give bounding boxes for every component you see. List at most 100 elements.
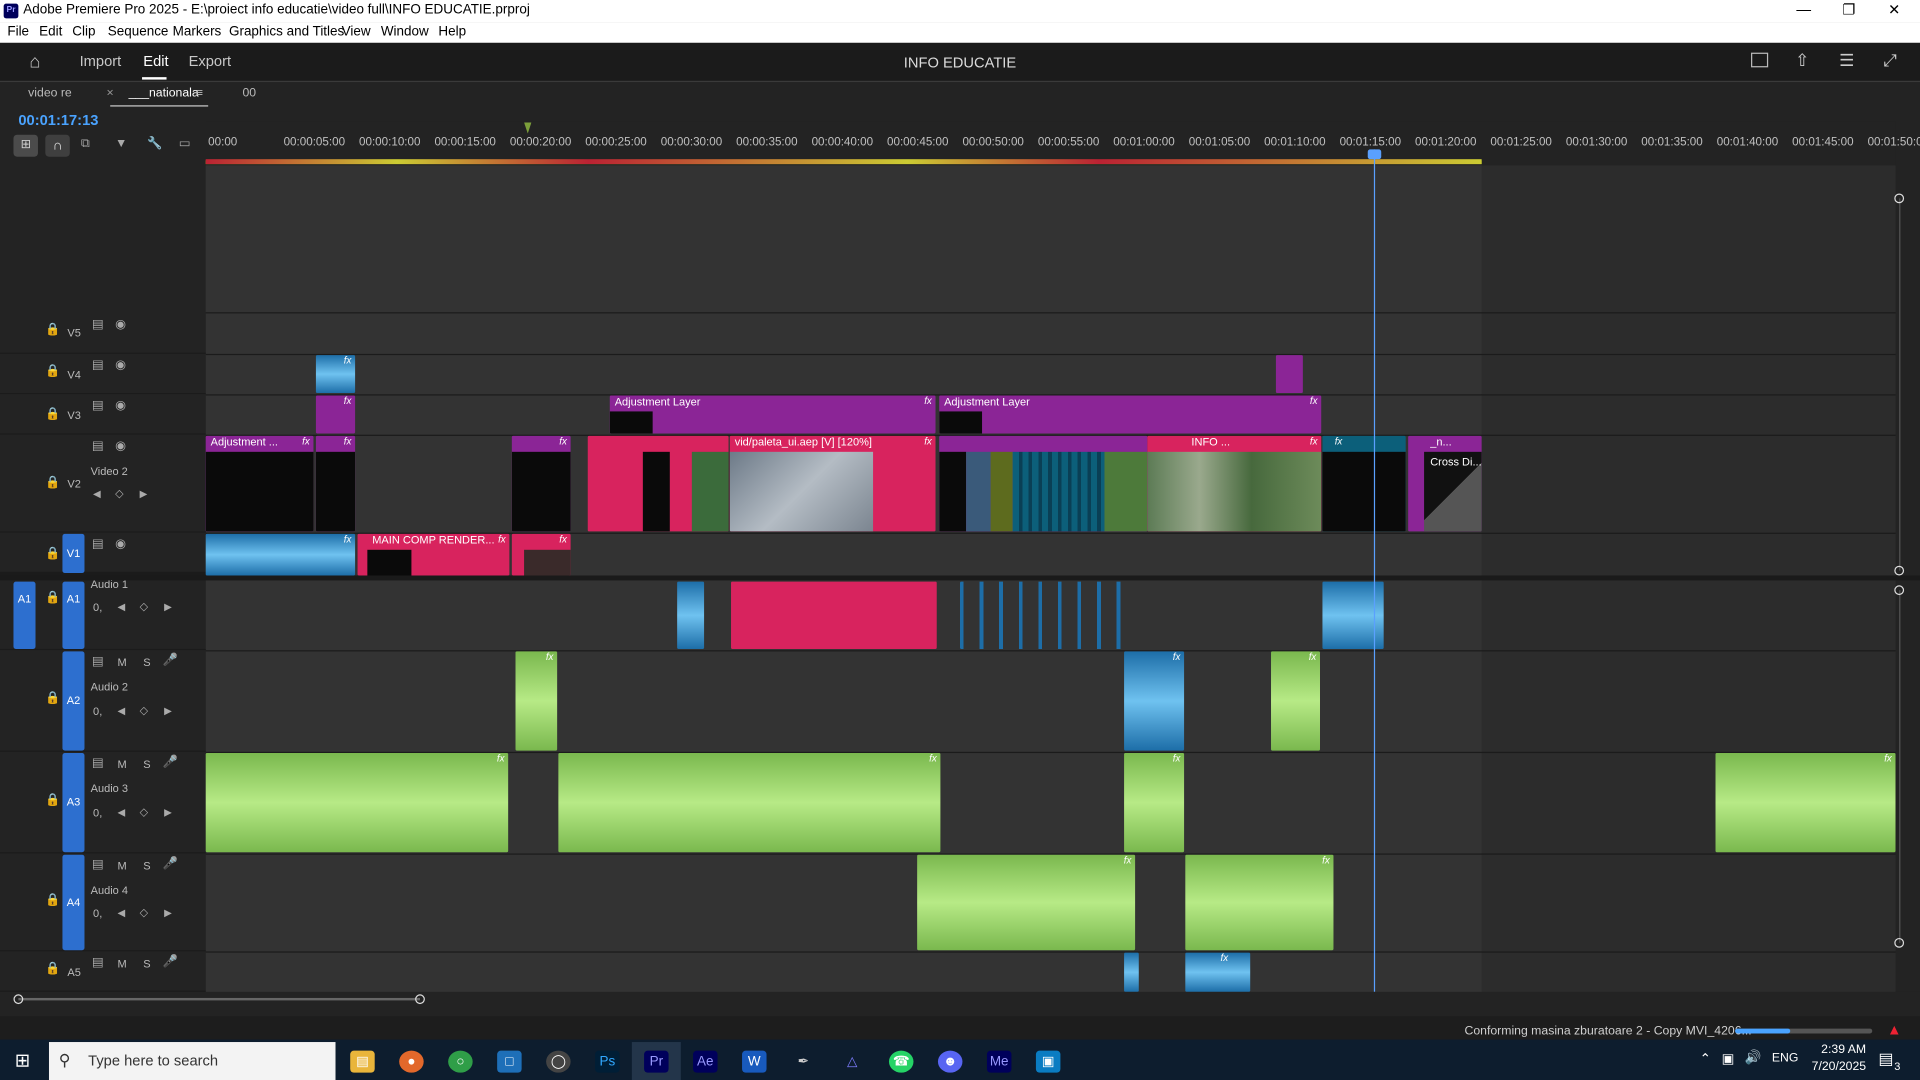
track-target-a4[interactable]: A4 (62, 854, 85, 951)
after-effects-icon[interactable]: Ae (693, 1050, 718, 1073)
word-icon[interactable]: W (742, 1050, 767, 1073)
lock-icon[interactable]: 🔒 (45, 323, 60, 336)
sync-lock-icon[interactable]: ▤ (92, 399, 104, 412)
microphone-icon[interactable]: 🎤 (163, 756, 178, 769)
clip-v1-main-comp[interactable]: MAIN COMP RENDER... fx (357, 533, 510, 576)
unity-icon[interactable]: ◯ (546, 1050, 571, 1073)
wrench-icon[interactable]: 🔧 (147, 137, 162, 150)
playhead-timecode[interactable]: 00:01:17:13 (18, 111, 98, 128)
prev-keyframe-icon[interactable]: ◀ (118, 907, 126, 918)
zoom-knob-right[interactable] (415, 994, 425, 1005)
next-keyframe-icon[interactable]: ▶ (164, 601, 172, 612)
clip-a2-2[interactable]: fx (1124, 651, 1185, 751)
taskbar-search[interactable]: ⚲ Type here to search (48, 1042, 336, 1080)
next-keyframe-icon[interactable]: ▶ (164, 807, 172, 818)
playhead-line[interactable] (1373, 149, 1376, 992)
eye-icon[interactable]: ◉ (115, 318, 126, 331)
tab-00[interactable]: 00 (242, 87, 256, 100)
affinity-icon[interactable]: △ (840, 1051, 864, 1073)
sync-lock-icon[interactable]: ▤ (92, 757, 104, 770)
track-name-a4[interactable]: Audio 4 (91, 884, 128, 896)
lock-icon[interactable]: 🔒 (45, 591, 60, 604)
tab-menu-icon[interactable]: ≡ (196, 87, 203, 100)
clip-a5-1[interactable] (1124, 952, 1139, 992)
eye-icon[interactable]: ◉ (115, 538, 126, 551)
clip-v2-info[interactable]: INFO ... fx (1147, 435, 1322, 532)
clip-v1-3[interactable]: fx (511, 533, 571, 576)
solo-button[interactable]: S (143, 860, 150, 872)
clip-a4-2[interactable]: fx (1185, 854, 1334, 951)
close-icon[interactable]: ✕ (1872, 0, 1916, 22)
solo-button[interactable]: S (143, 758, 150, 770)
menu-graphics-and-titles[interactable]: Graphics and Titles (229, 24, 344, 39)
clip-a3-3[interactable]: fx (1124, 753, 1185, 853)
premiere-icon[interactable]: Pr (644, 1050, 669, 1073)
eye-icon[interactable]: ◉ (115, 399, 126, 412)
captions-icon[interactable]: ▭ (179, 137, 191, 150)
menu-window[interactable]: Window (381, 24, 429, 39)
file-explorer-icon[interactable]: ▤ (350, 1050, 375, 1073)
mute-button[interactable]: M (118, 860, 127, 872)
tab-nationala[interactable]: ___nationala (129, 87, 199, 100)
scroll-knob[interactable] (1894, 565, 1905, 576)
eye-icon[interactable]: ◉ (115, 359, 126, 372)
clip-a2-3[interactable]: fx (1271, 651, 1321, 751)
zoom-knob-left[interactable] (13, 994, 24, 1005)
chrome-icon[interactable]: ○ (448, 1050, 473, 1073)
lock-icon[interactable]: 🔒 (45, 894, 60, 907)
lock-icon[interactable]: 🔒 (45, 408, 60, 421)
sync-lock-icon[interactable]: ▤ (92, 318, 104, 331)
clip-v2-n[interactable]: _n... Cross Di... (1408, 435, 1482, 532)
clip-v2-6[interactable] (939, 435, 1148, 532)
clock-date[interactable]: 7/20/2025 (1800, 1060, 1866, 1073)
pen-icon[interactable]: ✒ (791, 1051, 815, 1073)
clip-a4-1[interactable]: fx (917, 854, 1136, 951)
sync-lock-icon[interactable]: ▤ (92, 655, 104, 668)
solo-button[interactable]: S (143, 958, 150, 970)
video-audio-divider[interactable] (0, 575, 1920, 581)
clip-v4-1[interactable]: fx (315, 355, 356, 394)
clip-v3-1[interactable]: fx (315, 395, 356, 434)
menu-edit[interactable]: Edit (39, 24, 62, 39)
clip-v1-1[interactable]: fx (205, 533, 356, 576)
tab-video-re[interactable]: video re (28, 87, 72, 100)
volume-icon[interactable]: 🔊 (1745, 1049, 1762, 1066)
add-keyframe-icon[interactable]: ◇ (140, 600, 148, 613)
menu-sequence[interactable]: Sequence (108, 24, 169, 39)
mute-button[interactable]: M (118, 958, 127, 970)
clip-a1-1[interactable] (677, 581, 705, 649)
insert-overwrite-icon[interactable]: ⊞ (13, 134, 38, 157)
quick-export-icon[interactable] (1751, 52, 1769, 68)
sync-lock-icon[interactable]: ▤ (92, 858, 104, 871)
notifications-icon[interactable]: ▤ (1878, 1049, 1893, 1069)
add-keyframe-icon[interactable]: ◇ (140, 704, 148, 717)
microphone-icon[interactable]: 🎤 (163, 955, 178, 968)
sync-lock-icon[interactable]: ▤ (92, 956, 104, 969)
clock-time[interactable]: 2:39 AM (1810, 1043, 1866, 1056)
video-scrollbar[interactable] (1899, 198, 1901, 571)
clip-v2-8[interactable]: fx (1322, 435, 1406, 532)
tab-close-icon[interactable]: × (107, 87, 114, 100)
clip-v2-adjustment[interactable]: Adjustment ... fx (205, 435, 314, 532)
clip-a1-3[interactable] (960, 581, 1126, 649)
track-level-a1[interactable]: 0, (93, 601, 102, 613)
lock-icon[interactable]: 🔒 (45, 365, 60, 378)
sync-lock-icon[interactable]: ▤ (92, 440, 104, 453)
track-name-a3[interactable]: Audio 3 (91, 782, 128, 794)
track-level-a3[interactable]: 0, (93, 807, 102, 819)
linked-selection-icon[interactable]: ⧉ (81, 137, 90, 150)
windows-start-icon[interactable]: ⊞ (15, 1049, 30, 1072)
language-indicator[interactable]: ENG (1772, 1052, 1799, 1065)
menu-view[interactable]: View (342, 24, 371, 39)
microphone-icon[interactable]: 🎤 (163, 857, 178, 870)
clip-a3-4[interactable]: fx (1715, 753, 1896, 853)
remote-desktop-icon[interactable]: ▣ (1035, 1050, 1061, 1073)
sync-lock-icon[interactable]: ▤ (92, 359, 104, 372)
menu-clip[interactable]: Clip (72, 24, 95, 39)
minimize-icon[interactable]: — (1782, 0, 1826, 22)
track-target-v1[interactable]: V1 (62, 533, 85, 574)
lock-icon[interactable]: 🔒 (45, 692, 60, 705)
lock-icon[interactable]: 🔒 (45, 793, 60, 806)
lock-icon[interactable]: 🔒 (45, 547, 60, 560)
next-keyframe-icon[interactable]: ▶ (164, 907, 172, 918)
